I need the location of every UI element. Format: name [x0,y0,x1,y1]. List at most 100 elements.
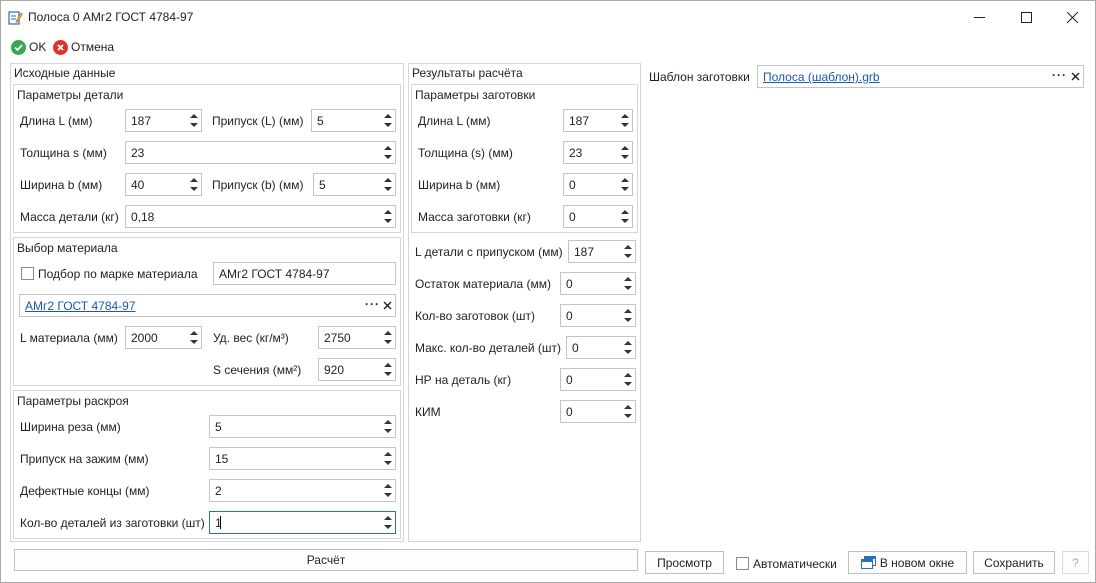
blank-mass-label: Масса заготовки (кг) [418,210,531,224]
part-length-input[interactable]: 187 [125,109,202,132]
blank-mass-output[interactable]: 0 [563,205,633,228]
spin-arrows-icon[interactable] [383,418,393,435]
spin-arrows-icon[interactable] [623,339,633,356]
new-window-icon [860,556,876,569]
spin-arrows-icon[interactable] [620,208,630,225]
template-label: Шаблон заготовки [649,70,750,84]
material-length-label: L материала (мм) [20,331,118,345]
blank-thickness-output[interactable]: 23 [563,141,633,164]
max-parts-output[interactable]: 0 [566,336,636,359]
more-icon[interactable]: ··· [1052,68,1067,82]
dialog-window: Полоса 0 АМг2 ГОСТ 4784-97 OK Отмена Исх… [0,0,1096,583]
part-mass-input[interactable]: 0,18 [125,205,396,228]
kerf-input[interactable]: 5 [209,415,396,438]
brand-select-checkbox[interactable] [21,267,34,280]
blank-length-label: Длина L (мм) [418,114,491,128]
remainder-label: Остаток материала (мм) [415,277,551,291]
spin-arrows-icon[interactable] [383,482,393,499]
blanks-count-output[interactable]: 0 [560,304,636,327]
norm-output[interactable]: 0 [560,368,636,391]
cancel-label: Отмена [71,40,115,54]
new-window-button[interactable]: В новом окне [848,551,967,574]
auto-checkbox[interactable] [736,557,749,570]
norm-label: НР на деталь (кг) [415,373,512,387]
section-input[interactable]: 920 [318,358,396,381]
material-link[interactable]: АМг2 ГОСТ 4784-97 [25,299,136,313]
edit-document-icon [8,11,23,25]
spin-arrows-icon[interactable] [620,144,630,161]
brand-select-label: Подбор по марке материала [38,267,198,281]
check-icon [11,39,26,55]
clamp-input[interactable]: 15 [209,447,396,470]
allowance-l-input[interactable]: 5 [311,109,396,132]
ok-button[interactable]: OK [11,38,46,56]
spin-arrows-icon[interactable] [383,450,393,467]
spin-arrows-icon[interactable] [383,176,393,193]
count-input[interactable]: 1 [209,511,396,534]
spin-arrows-icon[interactable] [620,112,630,129]
spin-arrows-icon[interactable] [383,514,393,531]
kim-output[interactable]: 0 [560,400,636,423]
allowance-l-label: Припуск (L) (мм) [212,114,304,128]
clamp-label: Припуск на зажим (мм) [20,452,149,466]
maximize-button[interactable] [1003,1,1049,34]
allowance-b-input[interactable]: 5 [313,173,396,196]
template-link[interactable]: Полоса (шаблон).grb [763,70,880,84]
allowance-b-label: Припуск (b) (мм) [212,178,304,192]
remainder-output[interactable]: 0 [560,272,636,295]
close-button[interactable] [1049,1,1095,34]
spin-arrows-icon[interactable] [623,371,633,388]
blank-thickness-label: Толщина (s) (мм) [418,146,513,160]
more-icon[interactable]: ··· [365,297,380,311]
spin-arrows-icon[interactable] [383,144,393,161]
clear-icon[interactable] [383,301,392,310]
l-allowance-label: L детали с припуском (мм) [415,245,563,259]
save-button[interactable]: Сохранить [973,551,1055,574]
material-selector[interactable]: АМг2 ГОСТ 4784-97 ··· [19,294,396,317]
blank-length-output[interactable]: 187 [563,109,633,132]
material-length-input[interactable]: 2000 [125,326,202,349]
spin-arrows-icon[interactable] [383,208,393,225]
results-title: Результаты расчёта [412,66,523,80]
width-label: Ширина b (мм) [20,178,103,192]
section-label: S сечения (мм²) [213,363,302,377]
blank-width-label: Ширина b (мм) [418,178,501,192]
spin-arrows-icon[interactable] [623,275,633,292]
width-input[interactable]: 40 [125,173,202,196]
spin-arrows-icon[interactable] [383,361,393,378]
ok-label: OK [29,40,47,54]
template-selector[interactable]: Полоса (шаблон).grb ··· [757,65,1084,88]
cancel-button[interactable]: Отмена [53,38,114,56]
spin-arrows-icon[interactable] [383,329,393,346]
window-title: Полоса 0 АМг2 ГОСТ 4784-97 [28,10,194,24]
help-button[interactable]: ? [1062,551,1089,574]
density-input[interactable]: 2750 [318,326,396,349]
defect-input[interactable]: 2 [209,479,396,502]
part-params-title: Параметры детали [17,88,124,102]
spin-arrows-icon[interactable] [623,403,633,420]
spin-arrows-icon[interactable] [383,112,393,129]
spin-arrows-icon[interactable] [623,243,633,260]
minimize-button[interactable] [956,1,1002,34]
cancel-icon [53,39,68,55]
spin-arrows-icon[interactable] [620,176,630,193]
spin-arrows-icon[interactable] [189,176,199,193]
material-title: Выбор материала [17,241,118,255]
thickness-input[interactable]: 23 [125,141,396,164]
spin-arrows-icon[interactable] [623,307,633,324]
calculate-button[interactable]: Расчёт [14,549,638,571]
defect-label: Дефектные концы (мм) [20,484,150,498]
count-label: Кол-во деталей из заготовки (шт) [20,516,205,530]
spin-arrows-icon[interactable] [189,329,199,346]
brand-input[interactable]: АМг2 ГОСТ 4784-97 [213,262,396,285]
density-label: Уд. вес (кг/м³) [213,331,289,345]
text-caret [220,516,221,529]
kerf-label: Ширина реза (мм) [20,420,121,434]
max-parts-label: Макс. кол-во деталей (шт) [415,341,562,355]
spin-arrows-icon[interactable] [189,112,199,129]
clear-icon[interactable] [1071,72,1080,81]
blanks-count-label: Кол-во заготовок (шт) [415,309,535,323]
blank-width-output[interactable]: 0 [563,173,633,196]
preview-button[interactable]: Просмотр [645,551,724,574]
l-allowance-output[interactable]: 187 [568,240,636,263]
